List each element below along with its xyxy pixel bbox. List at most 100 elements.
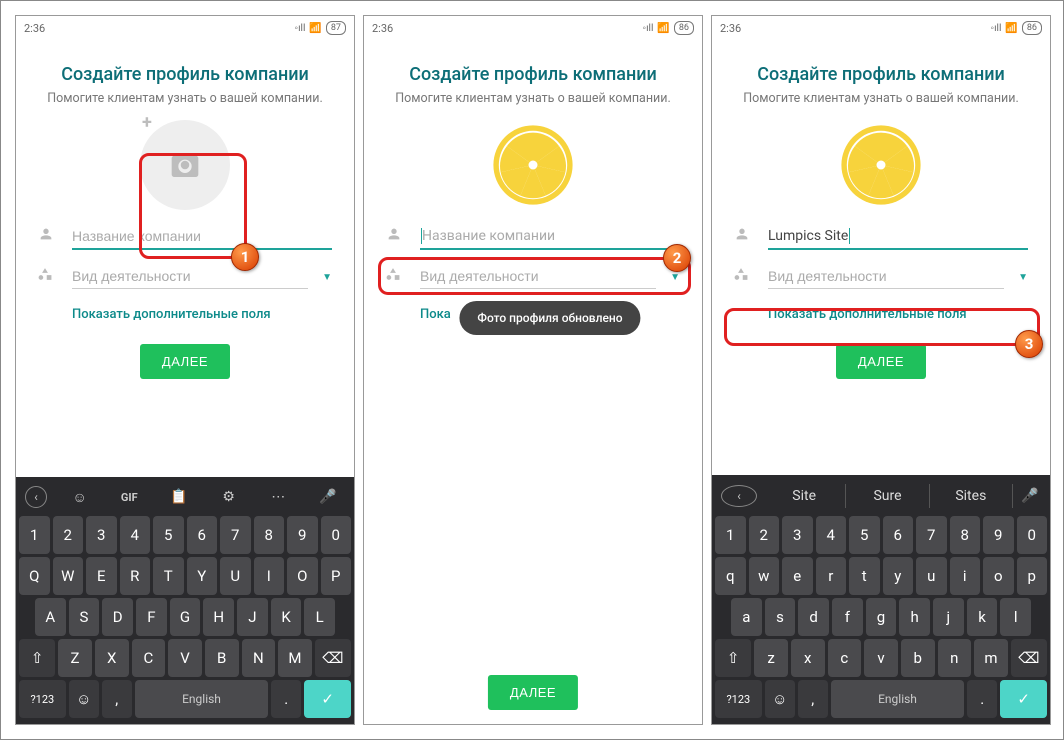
key-s[interactable]: s [765,598,796,636]
next-button[interactable]: ДАЛЕЕ [488,675,578,710]
key-t[interactable]: t [849,557,880,595]
kb-settings-icon[interactable]: ⚙ [212,484,246,510]
keyboard[interactable]: ‹ ☺ GIF 📋 ⚙ ⋯ 🎤 1234567890 QWERTYUIOP AS… [16,477,354,724]
comma-key[interactable]: , [102,680,132,718]
enter-key[interactable]: ✓ [304,680,351,718]
key-G[interactable]: G [170,598,201,636]
activity-input[interactable] [420,264,656,289]
backspace-key[interactable]: ⌫ [315,639,351,677]
company-name-input[interactable]: Lumpics Site [768,224,1028,250]
emoji-key[interactable]: ☺ [69,680,99,718]
period-key[interactable]: . [271,680,301,718]
avatar-image[interactable] [488,120,578,210]
company-name-field[interactable] [38,224,332,250]
key-d[interactable]: d [798,598,829,636]
key-u[interactable]: u [916,557,947,595]
kb-clipboard-icon[interactable]: 📋 [162,484,196,510]
key-q[interactable]: q [715,557,746,595]
key-3[interactable]: 3 [782,516,813,554]
kb-collapse-icon[interactable]: ‹ [721,485,757,507]
key-x[interactable]: x [791,639,825,677]
keyboard[interactable]: ‹ Site Sure Sites 🎤 1234567890 qwertyuio… [712,475,1050,724]
key-6[interactable]: 6 [187,516,218,554]
show-more-link[interactable]: Пока Фото профиля обновлено [420,307,680,322]
activity-field[interactable]: ▼ [386,264,680,289]
key-R[interactable]: R [120,557,151,595]
avatar-image[interactable] [836,120,926,210]
key-k[interactable]: k [967,598,998,636]
key-F[interactable]: F [136,598,167,636]
kb-more-icon[interactable]: ⋯ [261,484,295,510]
company-name-input[interactable]: Название компании [420,224,680,250]
key-v[interactable]: v [864,639,898,677]
key-M[interactable]: M [278,639,312,677]
key-U[interactable]: U [220,557,251,595]
company-name-input[interactable] [72,224,332,250]
key-Z[interactable]: Z [58,639,92,677]
key-e[interactable]: e [782,557,813,595]
kb-gif-button[interactable]: GIF [112,484,146,510]
key-0[interactable]: 0 [321,516,352,554]
key-X[interactable]: X [95,639,129,677]
suggestion[interactable]: Sites [930,484,1013,508]
key-Q[interactable]: Q [19,557,50,595]
key-S[interactable]: S [69,598,100,636]
kb-collapse-icon[interactable]: ‹ [25,486,47,508]
key-2[interactable]: 2 [749,516,780,554]
key-7[interactable]: 7 [220,516,251,554]
emoji-key[interactable]: ☺ [765,680,795,718]
activity-field[interactable]: ▼ [734,264,1028,289]
space-key[interactable]: English [831,680,964,718]
key-m[interactable]: m [974,639,1008,677]
activity-input[interactable] [768,264,1004,289]
key-8[interactable]: 8 [254,516,285,554]
key-D[interactable]: D [102,598,133,636]
key-5[interactable]: 5 [153,516,184,554]
key-n[interactable]: n [938,639,972,677]
key-i[interactable]: i [950,557,981,595]
key-r[interactable]: r [816,557,847,595]
key-7[interactable]: 7 [916,516,947,554]
kb-sticker-icon[interactable]: ☺ [63,484,97,510]
suggestion[interactable]: Sure [846,484,929,508]
company-name-field[interactable]: Название компании [386,224,680,250]
activity-input[interactable] [72,264,308,289]
key-9[interactable]: 9 [287,516,318,554]
key-V[interactable]: V [168,639,202,677]
show-more-link[interactable]: Показать дополнительные поля [72,307,332,322]
key-4[interactable]: 4 [816,516,847,554]
key-I[interactable]: I [254,557,285,595]
key-w[interactable]: w [749,557,780,595]
key-6[interactable]: 6 [883,516,914,554]
activity-field[interactable]: ▼ [38,264,332,289]
key-J[interactable]: J [237,598,268,636]
key-g[interactable]: g [866,598,897,636]
suggestion[interactable]: Site [763,484,846,508]
comma-key[interactable]: , [798,680,828,718]
backspace-key[interactable]: ⌫ [1011,639,1047,677]
key-K[interactable]: K [271,598,302,636]
shift-key[interactable]: ⇧ [715,639,751,677]
key-8[interactable]: 8 [950,516,981,554]
key-T[interactable]: T [153,557,184,595]
key-4[interactable]: 4 [120,516,151,554]
kb-mic-icon[interactable]: 🎤 [1013,483,1047,509]
show-more-link[interactable]: Показать дополнительные поля [768,307,1028,322]
shift-key[interactable]: ⇧ [19,639,55,677]
next-button[interactable]: ДАЛЕЕ [836,344,926,379]
key-f[interactable]: f [832,598,863,636]
key-3[interactable]: 3 [86,516,117,554]
symbols-key[interactable]: ?123 [19,680,66,718]
key-1[interactable]: 1 [715,516,746,554]
enter-key[interactable]: ✓ [1000,680,1047,718]
key-l[interactable]: l [1000,598,1031,636]
key-C[interactable]: C [132,639,166,677]
key-z[interactable]: z [754,639,788,677]
period-key[interactable]: . [967,680,997,718]
key-9[interactable]: 9 [983,516,1014,554]
key-P[interactable]: P [321,557,352,595]
company-name-field[interactable]: Lumpics Site [734,224,1028,250]
key-E[interactable]: E [86,557,117,595]
key-H[interactable]: H [203,598,234,636]
space-key[interactable]: English [135,680,268,718]
